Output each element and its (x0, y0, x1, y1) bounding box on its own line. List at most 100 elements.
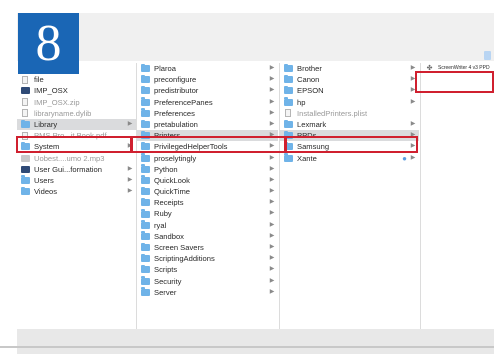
file-item[interactable]: IMP_OSX (17, 85, 136, 96)
file-item[interactable]: libraryname.dylib (17, 108, 136, 119)
folder-item[interactable]: Canon ▶ (280, 74, 419, 85)
folder-item[interactable]: preconfigure ▶ (137, 74, 278, 85)
folder-icon (141, 153, 150, 162)
file-item[interactable]: file (17, 74, 136, 85)
chevron-right-icon: ▶ (269, 165, 275, 172)
folder-item[interactable]: QuickLook ▶ (137, 175, 278, 186)
folder-item[interactable]: EPSON ▶ (280, 85, 419, 96)
folder-item[interactable]: hp ▶ (280, 97, 419, 108)
item-label: pretabulation (154, 119, 198, 129)
chevron-right-icon: ▶ (269, 210, 275, 217)
folder-item[interactable]: predistributor ▶ (137, 85, 278, 96)
folder-icon (284, 153, 293, 162)
chevron-right-icon: ▶ (269, 288, 275, 295)
folder-item[interactable]: Library ▶ (17, 118, 136, 131)
folder-icon (284, 74, 293, 84)
folder-item[interactable]: Users ▶ (17, 175, 136, 186)
folder-icon (141, 164, 150, 173)
item-label: QuickLook (154, 175, 190, 185)
item-label: preconfigure (154, 75, 197, 85)
folder-item[interactable]: Plaroa ▶ (137, 63, 278, 74)
folder-item[interactable]: Python ▶ (137, 164, 278, 175)
folder-icon (141, 74, 150, 84)
chevron-right-icon: ▶ (269, 232, 275, 239)
folder-icon (141, 209, 150, 218)
folder-icon (141, 264, 150, 274)
chevron-right-icon: ▶ (269, 277, 275, 284)
folder-icon (284, 97, 293, 106)
folder-icon (141, 108, 150, 117)
folder-icon (141, 175, 150, 184)
folder-icon (141, 242, 150, 252)
folder-icon (141, 220, 150, 229)
chevron-right-icon: ▶ (410, 120, 416, 127)
chevron-right-icon: ▶ (269, 120, 275, 127)
folder-icon (141, 197, 150, 207)
chevron-right-icon: ▶ (127, 176, 133, 183)
folder-item[interactable]: Videos ▶ (17, 186, 136, 197)
item-label: proselytingly (154, 153, 197, 163)
folder-item[interactable]: Lexmark ▶ (280, 119, 419, 130)
finder-window: Chop.mp3fileIMP_OSXIMP_OSX.ziplibrarynam… (17, 13, 494, 349)
chevron-right-icon: ▶ (269, 65, 275, 71)
file-item[interactable]: Uobest....umo 2.mp3 (17, 153, 136, 164)
folder-item[interactable]: Receipts ▶ (137, 197, 278, 208)
item-label: User Gui...formation (34, 164, 102, 174)
folder-item[interactable]: Preferences ▶ (137, 108, 278, 119)
folder-item[interactable]: Sandbox ▶ (137, 231, 278, 242)
chevron-right-icon: ▶ (269, 109, 275, 116)
chevron-right-icon: ▶ (127, 188, 133, 195)
column-3: Brother ▶ Canon ▶ EPSON ▶ hp ▶ InstalledPrinters… (280, 63, 419, 339)
folder-item[interactable]: Brother ▶ (280, 63, 419, 74)
app-icon (21, 87, 30, 95)
item-label: Uobest....umo 2.mp3 (34, 153, 105, 163)
item-label: Security (154, 276, 182, 286)
item-label: Brother (297, 64, 322, 73)
folder-item[interactable]: Scripts ▶ (137, 264, 278, 275)
folder-icon (21, 186, 30, 196)
file-item[interactable]: User Gui...formation ▶ (17, 164, 136, 175)
chevron-right-icon: ▶ (269, 176, 275, 183)
folder-item[interactable]: proselytingly ▶ (137, 153, 278, 164)
annotation-box-ppd-file (415, 71, 494, 93)
toolbar-icon[interactable] (484, 51, 491, 60)
folder-item[interactable]: Ruby ▶ (137, 208, 278, 219)
folder-icon (141, 119, 150, 129)
folder-item[interactable]: Server ▶ (137, 287, 278, 298)
item-label: Preferences (154, 108, 195, 118)
chevron-right-icon: ▶ (269, 76, 275, 83)
item-label: IMP_OSX (34, 86, 68, 96)
item-label: Sandbox (154, 231, 184, 241)
item-label: Plaroa (154, 64, 176, 73)
item-label: ryal (154, 220, 167, 230)
file-item[interactable]: InstalledPrinters.plist (280, 108, 419, 119)
item-label: ScriptingAdditions (154, 254, 215, 264)
column-4: ✤ ScreenWriter 4 v3 PPD (421, 63, 494, 339)
folder-item[interactable]: ScriptingAdditions ▶ (137, 253, 278, 264)
item-label: libraryname.dylib (34, 108, 92, 118)
folder-icon (141, 287, 150, 296)
annotation-box-printers (131, 136, 286, 153)
item-label: Receipts (154, 198, 184, 208)
folder-item[interactable]: pretabulation ▶ (137, 119, 278, 130)
folder-item[interactable]: Security ▶ (137, 276, 278, 287)
item-label: Server (154, 287, 177, 297)
file-item[interactable]: IMP_OSX.zip (17, 97, 136, 108)
folder-item[interactable]: ryal ▶ (137, 220, 278, 231)
folder-item[interactable]: Xante ● ▶ (280, 153, 419, 164)
chevron-right-icon: ▶ (269, 199, 275, 206)
folder-item[interactable]: QuickTime ▶ (137, 186, 278, 197)
item-label: Library (34, 119, 58, 129)
item-label: Canon (297, 75, 320, 85)
app-icon (21, 165, 30, 173)
folder-item[interactable]: PreferencePanes ▶ (137, 97, 278, 108)
folder-icon (21, 119, 30, 129)
item-label: file (34, 75, 44, 85)
folder-item[interactable]: Screen Savers ▶ (137, 242, 278, 253)
item-label: Python (154, 164, 178, 174)
chevron-right-icon: ▶ (410, 154, 416, 161)
folder-icon (141, 253, 150, 263)
chevron-right-icon: ▶ (269, 244, 275, 250)
folder-icon (141, 97, 150, 106)
folder-icon (21, 175, 30, 184)
